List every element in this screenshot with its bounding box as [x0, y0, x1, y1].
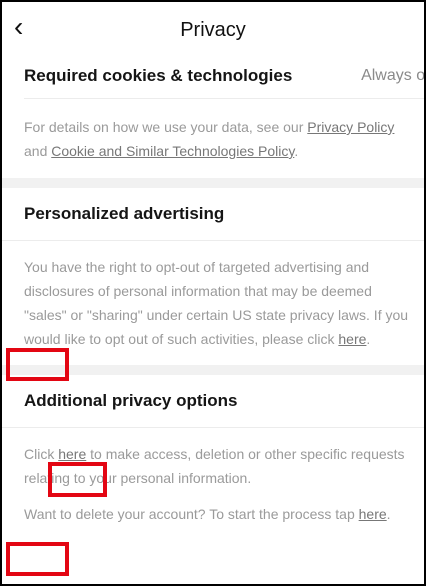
privacy-policy-link[interactable]: Privacy Policy [307, 119, 394, 135]
personalized-suffix: . [366, 331, 371, 347]
additional-privacy-section: Additional privacy options Click here to… [2, 375, 424, 526]
section-gap [2, 178, 424, 188]
details-suffix: . [294, 143, 299, 159]
required-cookies-title: Required cookies & technologies [24, 66, 293, 85]
divider [2, 427, 424, 428]
details-middle: and [24, 143, 52, 159]
personalized-advertising-title: Personalized advertising [24, 204, 225, 223]
highlight-box-delete-account [6, 542, 69, 576]
delete-suffix: . [386, 506, 391, 522]
divider [2, 240, 424, 241]
personalized-advertising-section: Personalized advertising You have the ri… [2, 188, 424, 351]
access-prefix: Click [24, 446, 59, 462]
access-requests-text: Click here to make access, deletion or o… [24, 442, 410, 490]
cookie-policy-link[interactable]: Cookie and Similar Technologies Policy [51, 143, 294, 159]
section-gap [2, 365, 424, 375]
required-cookies-row: Required cookies & technologies Always o… [2, 58, 424, 98]
back-arrow-icon[interactable]: ‹ [14, 12, 23, 42]
access-requests-here-link[interactable]: here [58, 446, 86, 462]
always-on-status: Always on [361, 67, 426, 84]
header: ‹ Privacy [2, 2, 424, 58]
delete-prefix: Want to delete your account? To start th… [24, 506, 359, 522]
page-title: Privacy [180, 18, 246, 41]
personalized-advertising-text: You have the right to opt-out of targete… [24, 255, 410, 351]
details-prefix: For details on how we use your data, see… [24, 119, 308, 135]
required-cookies-details: For details on how we use your data, see… [2, 99, 424, 163]
delete-account-text: Want to delete your account? To start th… [24, 502, 410, 526]
required-cookies-text: For details on how we use your data, see… [24, 115, 410, 163]
opt-out-here-link[interactable]: here [338, 331, 366, 347]
additional-privacy-title: Additional privacy options [24, 391, 238, 410]
delete-account-here-link[interactable]: here [359, 506, 387, 522]
privacy-screen: ‹ Privacy Required cookies & technologie… [0, 0, 426, 586]
